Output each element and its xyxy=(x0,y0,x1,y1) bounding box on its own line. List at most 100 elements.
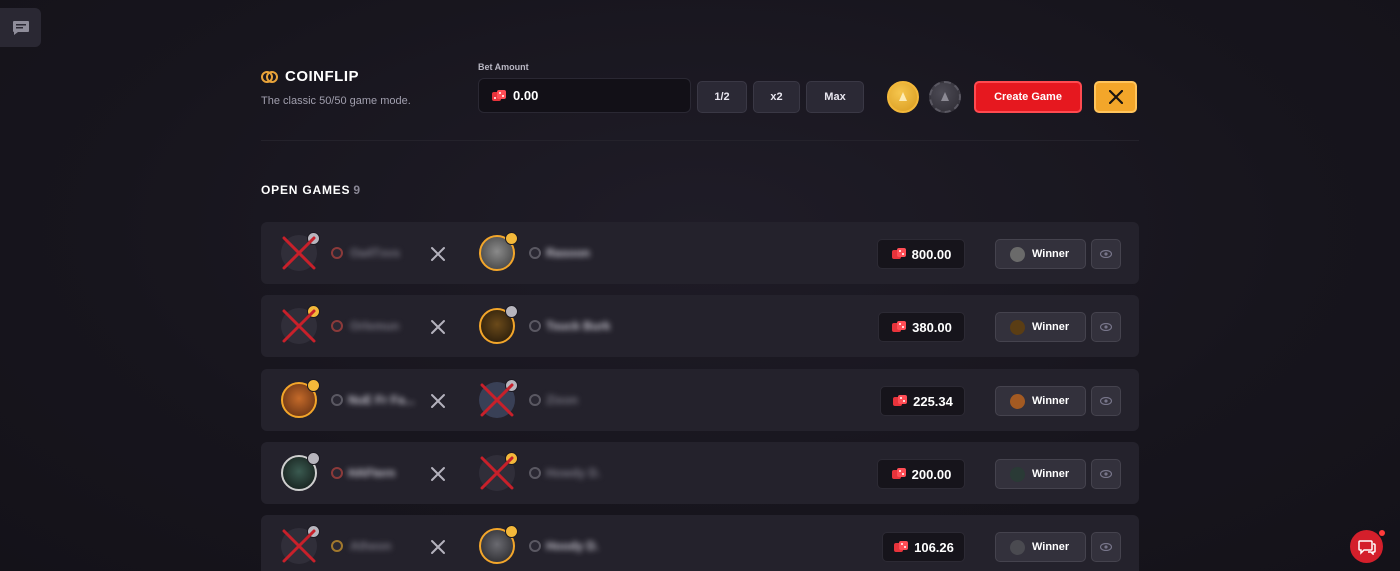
game-row: Orlemun Tsuck Burk 380.00 Winner xyxy=(261,295,1139,357)
winner-label: Winner xyxy=(1032,395,1070,407)
max-bet-button[interactable]: Max xyxy=(806,81,864,113)
gold-side-badge xyxy=(505,232,518,245)
player-right-avatar xyxy=(479,232,518,271)
level-badge xyxy=(529,540,541,552)
red-dice-icon xyxy=(891,248,906,259)
player-right-name: Zixon xyxy=(546,393,578,407)
game-amount-value: 380.00 xyxy=(912,319,952,335)
crossed-swords-icon xyxy=(431,540,445,554)
red-dice-icon xyxy=(892,321,907,332)
winner-label: Winner xyxy=(1032,541,1070,553)
half-bet-button[interactable]: 1/2 xyxy=(697,81,747,113)
player-right-name: Hoody D. xyxy=(546,539,599,553)
player-right-avatar xyxy=(479,452,518,491)
eye-icon xyxy=(1100,470,1112,478)
winner-button[interactable]: Winner xyxy=(995,532,1086,562)
game-amount-value: 200.00 xyxy=(911,466,952,482)
gold-side-selector[interactable] xyxy=(887,81,919,113)
lost-x-icon xyxy=(480,456,514,490)
game-row: Atheon Hoody D. 106.26 Winner xyxy=(261,515,1139,571)
title-row: COINFLIP xyxy=(261,68,359,85)
crossed-swords-icon xyxy=(1108,90,1123,104)
player-left-name: HAFtern xyxy=(348,466,396,480)
eye-icon xyxy=(1100,543,1112,551)
page-title: COINFLIP xyxy=(285,68,359,85)
level-badge xyxy=(529,320,541,332)
player-right-avatar xyxy=(479,305,518,344)
swap-side-button[interactable] xyxy=(1094,81,1137,113)
view-game-button[interactable] xyxy=(1091,459,1121,489)
level-badge xyxy=(529,247,541,259)
red-dice-icon xyxy=(894,541,909,552)
gold-coin-side-icon xyxy=(899,92,907,101)
eye-icon xyxy=(1100,250,1112,258)
player-left-avatar xyxy=(281,305,320,344)
game-row: NuE Fr Fa... Zixon 225.34 Winner xyxy=(261,369,1139,431)
bet-amount-input[interactable]: 0.00 xyxy=(478,78,691,113)
double-bet-button[interactable]: x2 xyxy=(753,81,800,113)
silver-side-badge xyxy=(307,452,320,465)
view-game-button[interactable] xyxy=(1091,239,1121,269)
silver-side-selector[interactable] xyxy=(929,81,961,113)
player-right-name: Howdy D. xyxy=(546,466,601,480)
level-badge xyxy=(331,247,343,259)
winner-button[interactable]: Winner xyxy=(995,386,1086,416)
page-subtitle: The classic 50/50 game mode. xyxy=(261,95,411,107)
winner-label: Winner xyxy=(1032,321,1070,333)
gold-side-badge xyxy=(505,525,518,538)
view-game-button[interactable] xyxy=(1091,312,1121,342)
game-amount: 380.00 xyxy=(878,312,965,342)
player-left-name: Orlemun xyxy=(350,319,400,333)
game-amount: 200.00 xyxy=(877,459,965,489)
winner-button[interactable]: Winner xyxy=(995,459,1086,489)
winner-label: Winner xyxy=(1032,248,1070,260)
player-left-avatar xyxy=(281,379,320,418)
winner-avatar xyxy=(1010,539,1025,555)
game-amount: 225.34 xyxy=(880,386,965,416)
level-badge xyxy=(331,394,343,406)
player-right-name: Rasoon xyxy=(546,246,591,260)
level-badge xyxy=(331,540,343,552)
bet-amount-value: 0.00 xyxy=(513,88,539,103)
eye-icon xyxy=(1100,397,1112,405)
support-chat-button[interactable] xyxy=(1350,530,1385,563)
crossed-swords-icon xyxy=(431,320,445,334)
chat-toggle-button[interactable] xyxy=(0,8,41,47)
player-left-avatar xyxy=(281,452,320,491)
winner-avatar xyxy=(1010,319,1025,335)
chat-bubble-icon xyxy=(12,20,29,35)
silver-side-badge xyxy=(505,305,518,318)
eye-icon xyxy=(1100,323,1112,331)
level-badge xyxy=(529,467,541,479)
notification-dot xyxy=(1379,530,1385,536)
winner-label: Winner xyxy=(1032,468,1070,480)
player-right-avatar xyxy=(479,525,518,564)
player-left-avatar xyxy=(281,232,320,271)
view-game-button[interactable] xyxy=(1091,386,1121,416)
lost-x-icon xyxy=(282,529,316,563)
open-games-label: OPEN GAMES xyxy=(261,183,351,197)
player-left-name: Oa4Txvs xyxy=(350,246,401,260)
crossed-swords-icon xyxy=(431,467,445,481)
crossed-swords-icon xyxy=(431,394,445,408)
lost-x-icon xyxy=(282,309,316,343)
coin-icon xyxy=(261,70,279,84)
lost-x-icon xyxy=(282,236,316,270)
player-left-name: NuE Fr Fa... xyxy=(348,393,415,407)
open-games-count: 9 xyxy=(353,183,361,197)
red-dice-icon xyxy=(492,89,506,101)
support-chat-icon xyxy=(1357,539,1376,555)
winner-button[interactable]: Winner xyxy=(995,239,1086,269)
silver-coin-side-icon xyxy=(941,92,949,101)
coinflip-header: COINFLIP The classic 50/50 game mode. Be… xyxy=(261,60,1141,120)
lost-x-icon xyxy=(480,383,514,417)
crossed-swords-icon xyxy=(431,247,445,261)
winner-button[interactable]: Winner xyxy=(995,312,1086,342)
bet-amount-label: Bet Amount xyxy=(478,62,529,72)
level-badge xyxy=(529,394,541,406)
game-amount: 106.26 xyxy=(882,532,965,562)
view-game-button[interactable] xyxy=(1091,532,1121,562)
game-row: Oa4Txvs Rasoon 800.00 Winner xyxy=(261,222,1139,284)
create-game-button[interactable]: Create Game xyxy=(974,81,1082,113)
red-dice-icon xyxy=(893,395,908,406)
